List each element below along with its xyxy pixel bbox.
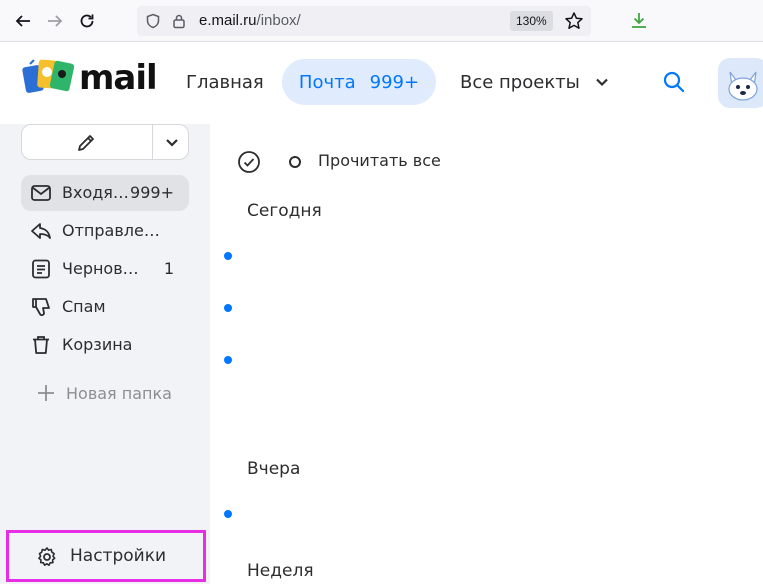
nav-mail-count: 999+ — [369, 71, 420, 93]
url-text: e.mail.ru/inbox/ — [199, 12, 301, 29]
nav-mail[interactable]: Почта 999+ — [282, 59, 436, 105]
sidebar-item-drafts[interactable]: Черновики 1 — [21, 251, 189, 287]
plus-icon — [38, 385, 54, 401]
mail-logo-icon[interactable] — [22, 54, 78, 96]
sidebar-item-label: Входящие — [62, 183, 130, 202]
sidebar-item-label: Черновики — [62, 259, 140, 278]
group-week: Неделя — [247, 561, 314, 581]
pencil-icon[interactable] — [75, 132, 97, 154]
compose-divider — [152, 125, 153, 159]
back-button[interactable] — [11, 9, 35, 33]
zoom-level[interactable]: 130% — [510, 11, 553, 31]
settings-label: Настройки — [70, 546, 167, 566]
address-bar[interactable]: e.mail.ru/inbox/ 130% — [137, 6, 591, 36]
nav-mail-label: Почта — [298, 71, 356, 93]
new-folder-button[interactable]: Новая папка — [36, 383, 172, 403]
browser-toolbar: e.mail.ru/inbox/ 130% — [0, 0, 763, 42]
forward-button[interactable] — [43, 9, 67, 33]
drafts-icon — [32, 259, 50, 279]
new-folder-label: Новая папка — [66, 383, 172, 403]
sidebar-item-count: 999+ — [130, 183, 174, 202]
forward-arrow-icon — [48, 15, 63, 27]
gear-icon — [38, 547, 56, 566]
nav-main-label: Главная — [186, 71, 264, 93]
trash-icon — [33, 336, 49, 354]
sidebar-item-label: Спам — [62, 297, 106, 316]
sidebar-item-label: Корзина — [62, 335, 133, 354]
download-icon[interactable] — [629, 10, 649, 30]
sidebar-item-inbox[interactable]: Входящие 999+ — [21, 175, 189, 211]
reload-icon — [80, 14, 94, 28]
unread-indicator[interactable] — [224, 304, 232, 312]
mark-all-read-button[interactable]: Прочитать все — [318, 151, 441, 170]
thumbs-down-icon — [32, 298, 50, 316]
inbox-icon — [31, 185, 51, 201]
sidebar-item-spam[interactable]: Спам — [21, 289, 189, 325]
logo-wordmark[interactable]: mail — [79, 58, 158, 98]
select-all-checkbox-icon[interactable] — [237, 150, 261, 174]
nav-projects[interactable]: Все проекты — [460, 59, 610, 105]
sidebar: Входящие 999+ Отправленные Черновики 1 С… — [0, 124, 210, 584]
settings-button[interactable]: Настройки — [6, 530, 206, 582]
url-path: /inbox/ — [256, 12, 301, 29]
user-avatar[interactable] — [718, 58, 763, 108]
chevron-down-icon[interactable] — [164, 134, 180, 150]
bookmark-star-icon[interactable] — [564, 11, 584, 31]
sidebar-item-trash[interactable]: Корзина — [21, 327, 189, 363]
back-arrow-icon — [15, 15, 30, 27]
group-yesterday: Вчера — [247, 459, 301, 479]
url-host: e.mail.ru — [199, 12, 257, 29]
shield-icon[interactable] — [145, 13, 161, 29]
compose-button-group — [21, 124, 189, 160]
reload-button[interactable] — [75, 9, 99, 33]
chevron-down-icon — [596, 78, 608, 87]
unread-indicator[interactable] — [224, 510, 232, 518]
nav-main[interactable]: Главная — [186, 59, 264, 105]
lock-icon[interactable] — [171, 13, 187, 29]
search-icon[interactable] — [662, 70, 686, 94]
unread-indicator[interactable] — [224, 356, 232, 364]
read-status-icon[interactable] — [289, 156, 301, 168]
unread-indicator[interactable] — [224, 252, 232, 260]
sidebar-item-label: Отправленные — [62, 221, 168, 240]
avatar-mascot-icon — [728, 71, 758, 101]
sidebar-item-sent[interactable]: Отправленные — [21, 213, 189, 249]
group-today: Сегодня — [247, 201, 322, 221]
sidebar-item-count: 1 — [163, 259, 174, 278]
sent-icon — [31, 223, 51, 239]
message-list: Прочитать все Сегодня Вчера Неделя — [210, 124, 763, 584]
nav-projects-label: Все проекты — [460, 71, 580, 93]
app-header: mail Главная Почта 999+ Все проекты — [0, 42, 763, 124]
